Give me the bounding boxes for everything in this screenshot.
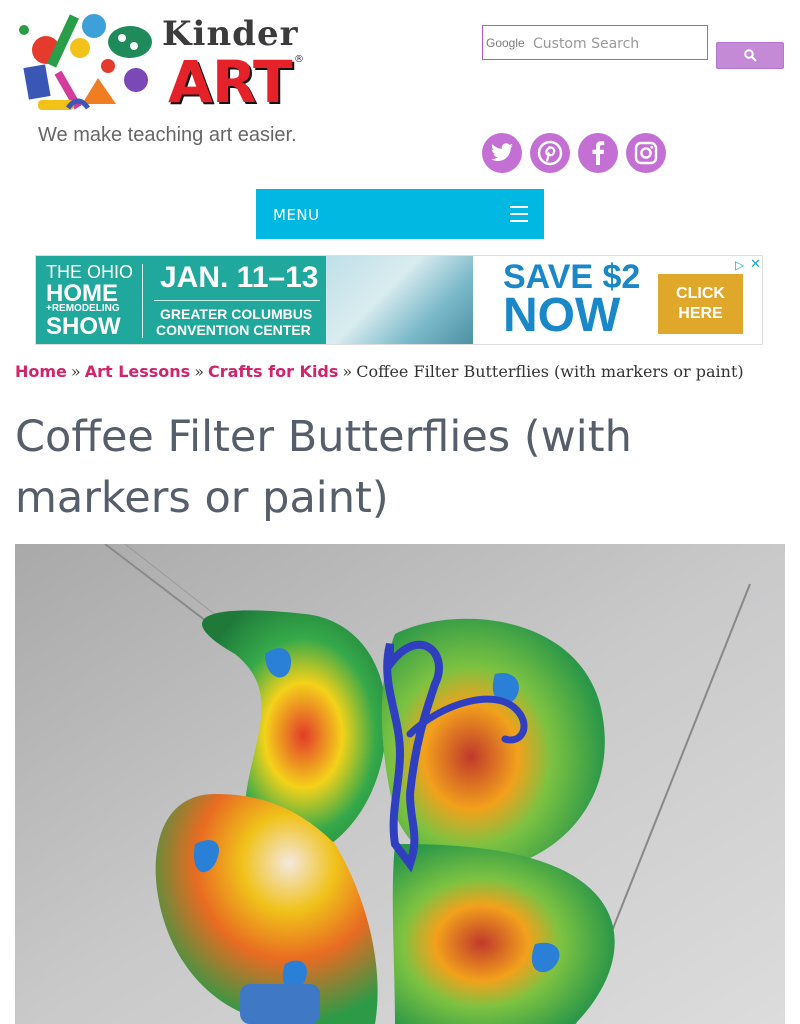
breadcrumb-separator: »	[194, 362, 204, 381]
ad-cta-button[interactable]: CLICK HERE	[658, 274, 743, 334]
butterfly-photo	[15, 544, 785, 1024]
ad-venue-line2: CONVENTION CENTER	[156, 322, 311, 338]
instagram-icon	[634, 141, 658, 165]
search-input[interactable]	[531, 29, 707, 58]
pinterest-icon	[537, 140, 563, 166]
twitter-icon	[491, 143, 513, 161]
breadcrumb-crafts-for-kids[interactable]: Crafts for Kids	[208, 362, 338, 381]
search-icon	[743, 49, 757, 62]
facebook-icon	[592, 141, 605, 165]
ad-left-panel: THE OHIO HOME +REMODELING SHOW JAN. 11–1…	[36, 256, 674, 344]
search-button[interactable]	[716, 42, 784, 69]
google-label: Google	[486, 36, 525, 50]
breadcrumb: Home» Art Lessons» Crafts for Kids» Coffee …	[15, 362, 744, 381]
ad-venue-line1: GREATER COLUMBUS	[160, 306, 313, 322]
instagram-button[interactable]	[626, 133, 666, 173]
ad-rule	[154, 300, 320, 301]
ad-right-panel: SAVE $2 NOW CLICK HERE ▷ ✕	[473, 256, 762, 344]
ad-divider	[142, 264, 143, 338]
logo-tagline: We make teaching art easier.	[38, 124, 297, 146]
facebook-button[interactable]	[578, 133, 618, 173]
pinterest-button[interactable]	[530, 133, 570, 173]
logo-art-supplies-icon	[19, 14, 152, 110]
logo-art: ART	[168, 48, 293, 116]
twitter-button[interactable]	[482, 133, 522, 173]
ad-brand-line4: SHOW	[46, 313, 121, 340]
breadcrumb-art-lessons[interactable]: Art Lessons	[85, 362, 191, 381]
logo-registered-mark: ®	[294, 54, 304, 65]
breadcrumb-current: Coffee Filter Butterflies (with markers …	[356, 362, 744, 381]
close-icon[interactable]: ✕	[750, 257, 761, 272]
ad-photo	[326, 256, 674, 344]
menu-label: MENU	[273, 206, 320, 224]
hamburger-icon	[510, 206, 528, 222]
hero-image[interactable]	[15, 544, 785, 1024]
ad-dates: JAN. 11–13	[160, 261, 319, 294]
ad-offer-line2: NOW	[503, 289, 621, 342]
ad-banner[interactable]: THE OHIO HOME +REMODELING SHOW JAN. 11–1…	[35, 255, 763, 345]
breadcrumb-separator: »	[70, 362, 81, 381]
search-box: Google	[482, 25, 708, 60]
site-logo[interactable]: Kinder ART ® We make teaching art easier…	[18, 8, 310, 156]
breadcrumb-home[interactable]: Home	[15, 362, 67, 381]
menu-toggle[interactable]: MENU	[256, 189, 544, 239]
page-title: Coffee Filter Butterflies (with markers …	[15, 412, 632, 523]
breadcrumb-separator: »	[342, 362, 353, 381]
adchoices-icon[interactable]: ▷	[735, 258, 744, 272]
